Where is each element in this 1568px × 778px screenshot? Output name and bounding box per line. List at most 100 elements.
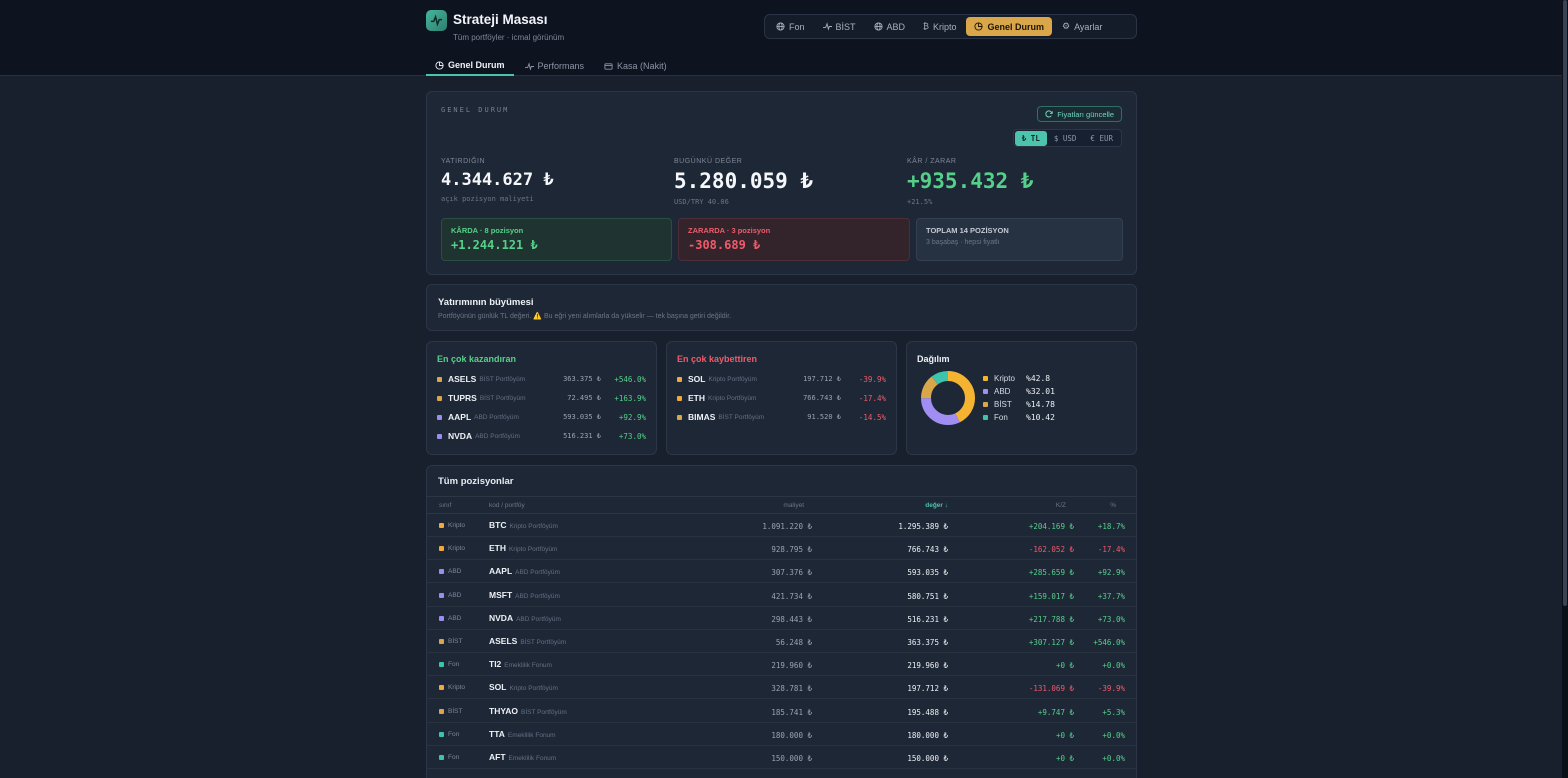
- table-row[interactable]: Kripto ETH Kripto Portföyüm 928.795 ₺ 766.74…: [427, 537, 1136, 561]
- asset-code: SOL: [688, 374, 706, 384]
- nav-genel-durum[interactable]: Genel Durum: [966, 17, 1052, 36]
- class-dot: [437, 376, 442, 382]
- asset-code: TI2: [489, 659, 502, 670]
- table-row[interactable]: Fon TI2 Emeklilik Fonum 219.960 ₺ 219.960 ₺ +…: [427, 653, 1136, 677]
- scrollbar-thumb[interactable]: [1563, 0, 1567, 606]
- portfolio-name: Kripto Portföyüm: [708, 375, 757, 383]
- cell-pct: +92.9%: [1097, 568, 1125, 578]
- class-dot: [677, 414, 682, 420]
- table-row[interactable]: Fon TTA Emeklilik Fonum 180.000 ₺ 180.000 ₺ +…: [427, 723, 1136, 746]
- col-pl[interactable]: K/Z: [1056, 502, 1066, 509]
- asset-pct: +73.0%: [618, 431, 646, 441]
- class-label: Fon: [448, 754, 460, 761]
- legend-item: Kripto %42.8: [983, 373, 1050, 384]
- table-row[interactable]: ABD NVDA ABD Portföyüm 298.443 ₺ 516.231 ₺ +2…: [427, 607, 1136, 630]
- asset-code: ETH: [688, 393, 705, 403]
- cell-class: ABD: [439, 615, 461, 622]
- nav-fon[interactable]: Fon: [768, 17, 813, 36]
- portfolio-name: ABD Portföyüm: [515, 569, 560, 577]
- class-dot: [437, 414, 442, 420]
- legend-item: ABD %32.01: [983, 386, 1055, 397]
- list-item[interactable]: AAPL ABD Portföyüm 593.035 ₺ +92.9%: [437, 411, 646, 423]
- pie-icon: [435, 60, 444, 70]
- legend-value: %42.8: [1026, 374, 1051, 383]
- cell-code: THYAO BİST Portföyüm: [489, 706, 567, 716]
- tab-performans[interactable]: Performans: [516, 56, 594, 76]
- list-item[interactable]: ASELS BİST Portföyüm 363.375 ₺ +546.0%: [437, 373, 646, 385]
- metric-invested-sub: açık pozisyon maliyeti: [441, 195, 534, 203]
- list-item[interactable]: NVDA ABD Portföyüm 516.231 ₺ +73.0%: [437, 430, 646, 442]
- cell-cost: 928.795 ₺: [771, 545, 812, 555]
- cell-class: Fon: [439, 754, 459, 761]
- legend-swatch: [983, 376, 988, 381]
- total-pill-label: TOPLAM 14 POZİSYON: [926, 226, 1009, 235]
- cell-value: 197.712 ₺: [907, 684, 948, 694]
- cell-cost: 328.781 ₺: [771, 684, 812, 694]
- tab-kasa[interactable]: Kasa (Nakit): [595, 56, 676, 76]
- table-row[interactable]: ABD MSFT ABD Portföyüm 421.734 ₺ 580.751 ₺ +1…: [427, 584, 1136, 607]
- portfolio-name: BİST Portföyüm: [479, 375, 526, 383]
- cell-class: Fon: [439, 731, 459, 738]
- table-row[interactable]: Fon AFT Emeklilik Fonum 150.000 ₺ 150.000 ₺ +…: [427, 746, 1136, 769]
- col-value[interactable]: değer ↓: [925, 502, 948, 509]
- cell-value: 195.488 ₺: [907, 707, 948, 717]
- refresh-prices-button[interactable]: Fiyatları güncelle: [1037, 106, 1122, 122]
- col-pct[interactable]: %: [1110, 502, 1116, 509]
- table-row[interactable]: BİST THYAO BİST Portföyüm 185.741 ₺ 195.488 …: [427, 700, 1136, 723]
- asset-code: TUPRS: [448, 393, 477, 403]
- top-losers-card: En çok kaybettiren SOL Kripto Portföyüm 19…: [666, 341, 897, 455]
- currency-tl[interactable]: ₺ TL: [1014, 130, 1047, 146]
- tab-genel-durum[interactable]: Genel Durum: [426, 56, 514, 76]
- list-item[interactable]: SOL Kripto Portföyüm 197.712 ₺ -39.9%: [677, 373, 886, 385]
- cell-pct: +18.7%: [1097, 522, 1125, 531]
- currency-usd[interactable]: $ USD: [1047, 131, 1084, 146]
- col-cost[interactable]: maliyet: [783, 502, 804, 509]
- list-item[interactable]: ETH Kripto Portföyüm 766.743 ₺ -17.4%: [677, 392, 886, 404]
- class-dot: [677, 395, 682, 401]
- currency-eur[interactable]: € EUR: [1083, 131, 1120, 146]
- cell-code: AFT Emeklilik Fonum: [489, 752, 556, 762]
- nav-abd[interactable]: ABD: [866, 17, 914, 36]
- table-row[interactable]: BİST ASELS BİST Portföyüm 56.248 ₺ 363.375 ₺…: [427, 630, 1136, 653]
- app-subtitle: Tüm portföyler · icmal görünüm: [453, 33, 565, 42]
- portfolio-name: ABD Portföyüm: [516, 615, 561, 623]
- cell-value: 150.000 ₺: [907, 754, 948, 763]
- list-item[interactable]: BIMAS BİST Portföyüm 91.520 ₺ -14.5%: [677, 411, 886, 423]
- table-row[interactable]: Kripto BTC Kripto Portföyüm 1.091.220 ₺ 1.29…: [427, 514, 1136, 537]
- cell-pl: +285.659 ₺: [1028, 568, 1074, 578]
- portfolio-name: BİST Portföyüm: [520, 639, 567, 646]
- distribution-card: Dağılım Kripto %42.8 ABD %32.01 BİST %14.78 Fo…: [906, 341, 1137, 455]
- legend-name: Fon: [994, 413, 1008, 422]
- class-label: ABD: [448, 591, 462, 599]
- metric-invested-label: YATIRDIĞIN: [441, 158, 486, 165]
- page-scrollbar[interactable]: [1562, 0, 1568, 778]
- col-code[interactable]: kod / portföy: [489, 502, 525, 509]
- metric-pl-sub: +21.5%: [907, 198, 933, 206]
- nav-ayarlar[interactable]: ⚙ Ayarlar: [1054, 17, 1110, 36]
- nav-ayarlar-label: Ayarlar: [1074, 21, 1103, 32]
- main-nav: Fon BİST ABD ₿ Kripto Genel Durum ⚙ Ayar…: [764, 14, 1137, 39]
- table-row[interactable]: Kripto SOL Kripto Portföyüm 328.781 ₺ 197.71…: [427, 676, 1136, 700]
- asset-code: AFT: [489, 752, 506, 762]
- table-row[interactable]: ABD AAPL ABD Portföyüm 307.376 ₺ 593.035 ₺ +2…: [427, 560, 1136, 584]
- class-label: BİST: [448, 707, 463, 715]
- top-losers-title: En çok kaybettiren: [677, 354, 758, 364]
- cell-code: TI2 Emeklilik Fonum: [489, 659, 552, 669]
- refresh-icon: [1045, 110, 1053, 118]
- growth-card: Yatırımının büyümesi Portföyünün günlük …: [426, 284, 1137, 331]
- cell-value: 180.000 ₺: [907, 730, 948, 740]
- asset-code: NVDA: [448, 431, 473, 441]
- nav-kripto[interactable]: ₿ Kripto: [915, 17, 964, 36]
- class-label: ABD: [448, 614, 462, 622]
- positions-card: Tüm pozisyonlar sınıf kod / portföy mali…: [426, 465, 1137, 778]
- app-title: Strateji Masası: [453, 12, 548, 27]
- pulse-icon: [430, 14, 443, 27]
- cell-value: 516.231 ₺: [907, 614, 948, 624]
- asset-code: AAPL: [448, 412, 472, 422]
- list-item[interactable]: TUPRS BİST Portföyüm 72.495 ₺ +163.9%: [437, 392, 646, 404]
- nav-bist[interactable]: BİST: [815, 17, 864, 36]
- wallet-icon: [604, 62, 613, 70]
- cell-cost: 421.734 ₺: [771, 591, 812, 601]
- portfolio-name: ABD Portföyüm: [475, 432, 520, 440]
- col-class[interactable]: sınıf: [439, 502, 451, 509]
